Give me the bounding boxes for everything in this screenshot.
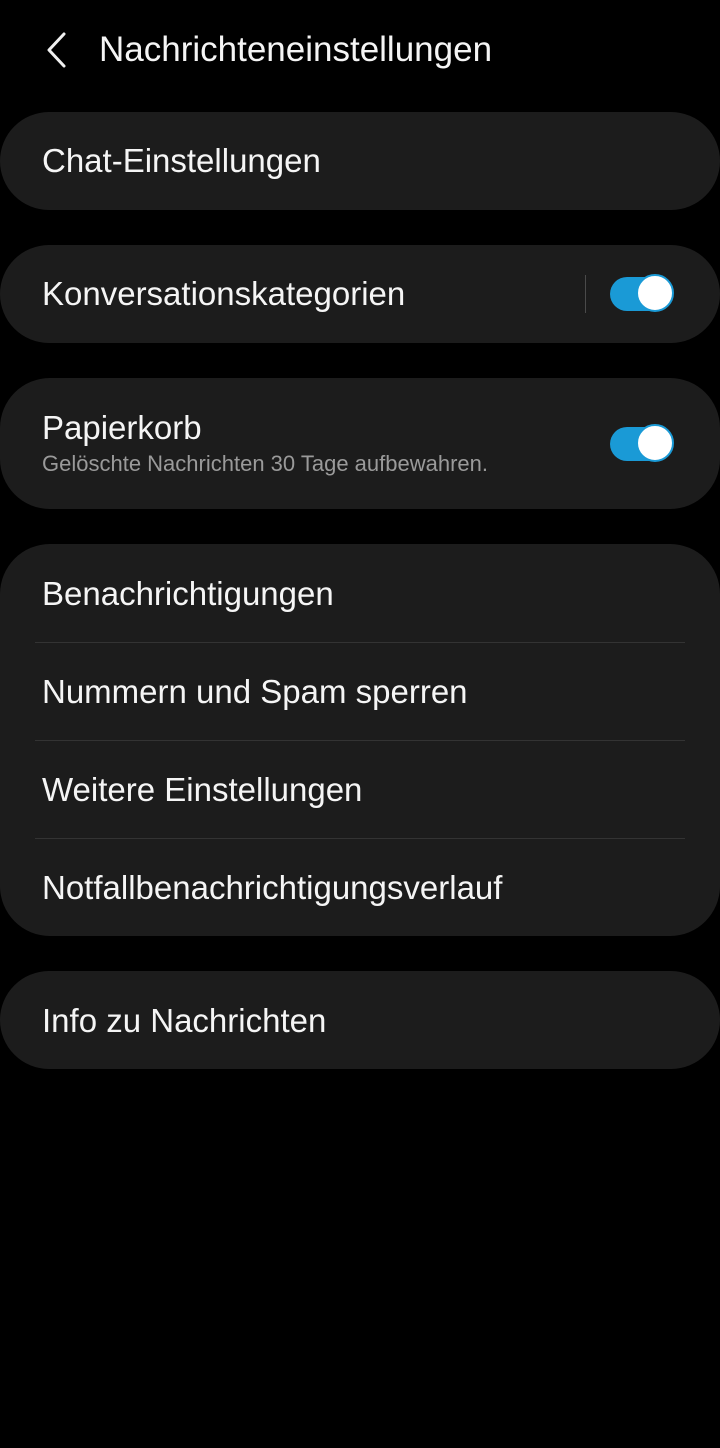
block-numbers-spam-label: Nummern und Spam sperren xyxy=(42,673,468,710)
chevron-left-icon xyxy=(44,31,68,69)
page-title: Nachrichteneinstellungen xyxy=(99,30,493,69)
trash-card: Papierkorb Gelöschte Nachrichten 30 Tage… xyxy=(0,378,720,509)
emergency-alert-history-label: Notfallbenachrichtigungsverlauf xyxy=(42,869,503,906)
trash-toggle[interactable] xyxy=(610,424,674,462)
back-button[interactable] xyxy=(32,24,80,76)
chat-settings-item[interactable]: Chat-Einstellungen xyxy=(0,112,720,210)
about-messages-item[interactable]: Info zu Nachrichten xyxy=(0,971,720,1069)
about-messages-card: Info zu Nachrichten xyxy=(0,971,720,1069)
chat-settings-card: Chat-Einstellungen xyxy=(0,112,720,210)
vertical-divider xyxy=(585,275,586,313)
more-settings-label: Weitere Einstellungen xyxy=(42,771,363,808)
emergency-alert-history-item[interactable]: Notfallbenachrichtigungsverlauf xyxy=(0,838,720,936)
notifications-label: Benachrichtigungen xyxy=(42,575,334,612)
settings-group-card: Benachrichtigungen Nummern und Spam sper… xyxy=(0,544,720,936)
conversation-categories-card: Konversationskategorien xyxy=(0,245,720,343)
conversation-categories-toggle[interactable] xyxy=(610,274,674,312)
more-settings-item[interactable]: Weitere Einstellungen xyxy=(0,740,720,838)
app-bar: Nachrichteneinstellungen xyxy=(0,0,720,100)
about-messages-label: Info zu Nachrichten xyxy=(42,1002,327,1039)
toggle-knob xyxy=(636,274,674,312)
toggle-knob xyxy=(636,424,674,462)
block-numbers-spam-item[interactable]: Nummern und Spam sperren xyxy=(0,642,720,740)
notifications-item[interactable]: Benachrichtigungen xyxy=(0,544,720,642)
chat-settings-label: Chat-Einstellungen xyxy=(42,142,321,179)
